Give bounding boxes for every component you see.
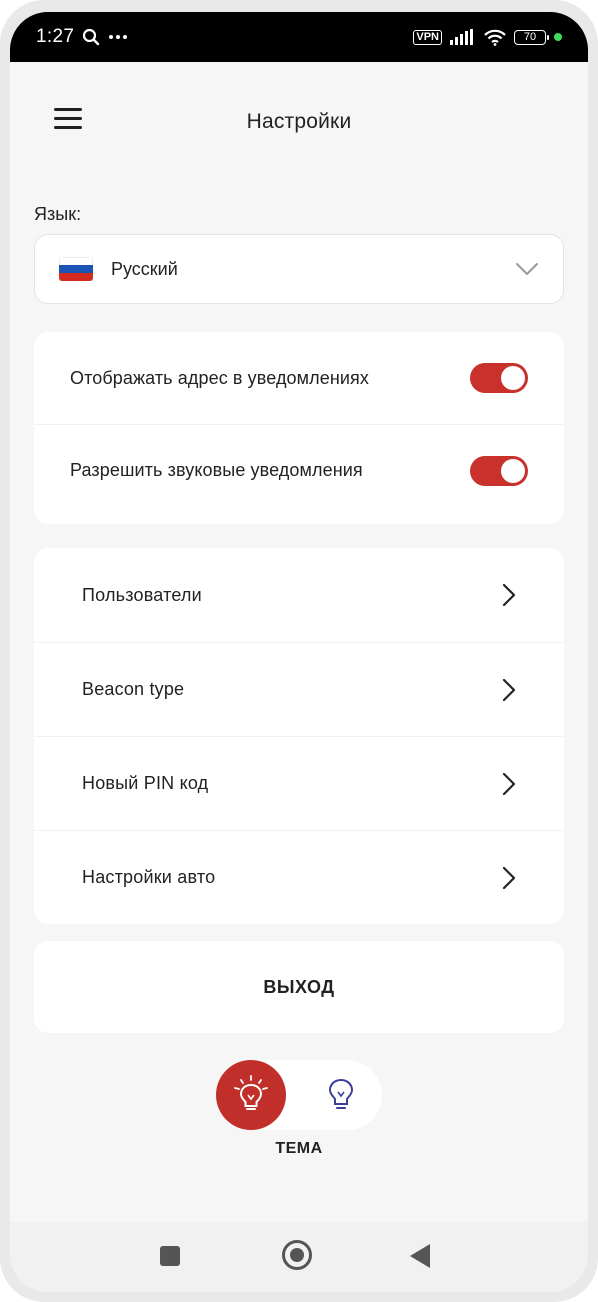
more-dots-icon bbox=[109, 35, 128, 39]
toggle-row-sound: Разрешить звуковые уведомления bbox=[34, 424, 564, 516]
signal-icon bbox=[450, 29, 473, 45]
chevron-down-icon bbox=[516, 263, 538, 275]
back-icon[interactable] bbox=[410, 1244, 430, 1268]
light-theme-button[interactable] bbox=[216, 1060, 286, 1130]
notifications-card: Отображать адрес в уведомлениях Разрешит… bbox=[34, 332, 564, 524]
menu-item-label: Новый PIN код bbox=[82, 773, 209, 793]
chevron-right-icon bbox=[502, 583, 516, 607]
russia-flag-icon bbox=[59, 257, 93, 281]
menu-card: Пользователи Beacon type Новый PIN код Н… bbox=[34, 548, 564, 924]
battery-icon: 70 bbox=[514, 29, 549, 45]
toggle-label-show-address: Отображать адрес в уведомлениях bbox=[70, 367, 369, 388]
theme-label: ТЕМА bbox=[275, 1140, 323, 1157]
device-frame: 1:27 VPN 70 Настройки Язык: Русский Отоб… bbox=[0, 0, 598, 1302]
language-value: Русский bbox=[111, 258, 178, 279]
toggle-label-sound: Разрешить звуковые уведомления bbox=[70, 460, 363, 480]
language-label: Язык: bbox=[34, 204, 82, 224]
battery-level: 70 bbox=[523, 30, 537, 43]
chevron-right-icon bbox=[502, 678, 516, 701]
status-bar: 1:27 VPN 70 bbox=[10, 12, 588, 62]
chevron-right-icon bbox=[502, 866, 516, 889]
page-title: Настройки bbox=[246, 110, 352, 133]
chevron-right-icon bbox=[502, 772, 516, 795]
status-time: 1:27 bbox=[36, 26, 75, 47]
menu-item-users[interactable]: Пользователи bbox=[34, 548, 564, 642]
sound-notifications-switch[interactable] bbox=[470, 455, 528, 486]
show-address-switch[interactable] bbox=[470, 363, 528, 393]
menu-item-beacon-type[interactable]: Beacon type bbox=[34, 642, 564, 736]
home-icon[interactable] bbox=[282, 1240, 312, 1270]
search-icon bbox=[83, 28, 100, 46]
menu-item-label: Настройки авто bbox=[82, 867, 216, 887]
logout-card: ВЫХОД bbox=[34, 941, 564, 1033]
menu-item-label: Пользователи bbox=[82, 584, 202, 605]
dark-theme-button[interactable] bbox=[320, 1074, 362, 1116]
logout-button[interactable]: ВЫХОД bbox=[34, 941, 564, 1033]
wifi-icon bbox=[484, 29, 506, 46]
app-header: Настройки bbox=[10, 62, 588, 180]
menu-item-new-pin[interactable]: Новый PIN код bbox=[34, 736, 564, 830]
recent-apps-icon[interactable] bbox=[160, 1246, 180, 1266]
system-nav-bar bbox=[10, 1222, 588, 1292]
theme-toggle bbox=[216, 1060, 382, 1130]
lightbulb-on-icon bbox=[234, 1075, 268, 1110]
menu-item-label: Beacon type bbox=[82, 679, 185, 699]
lightbulb-off-icon bbox=[328, 1078, 354, 1109]
menu-item-car-settings[interactable]: Настройки авто bbox=[34, 830, 564, 924]
privacy-indicator-dot bbox=[554, 33, 562, 41]
toggle-row-show-address: Отображать адрес в уведомлениях bbox=[34, 332, 564, 424]
language-select[interactable]: Русский bbox=[34, 234, 564, 304]
vpn-badge: VPN bbox=[413, 29, 442, 45]
phone-screen: 1:27 VPN 70 Настройки Язык: Русский Отоб… bbox=[10, 12, 588, 1292]
